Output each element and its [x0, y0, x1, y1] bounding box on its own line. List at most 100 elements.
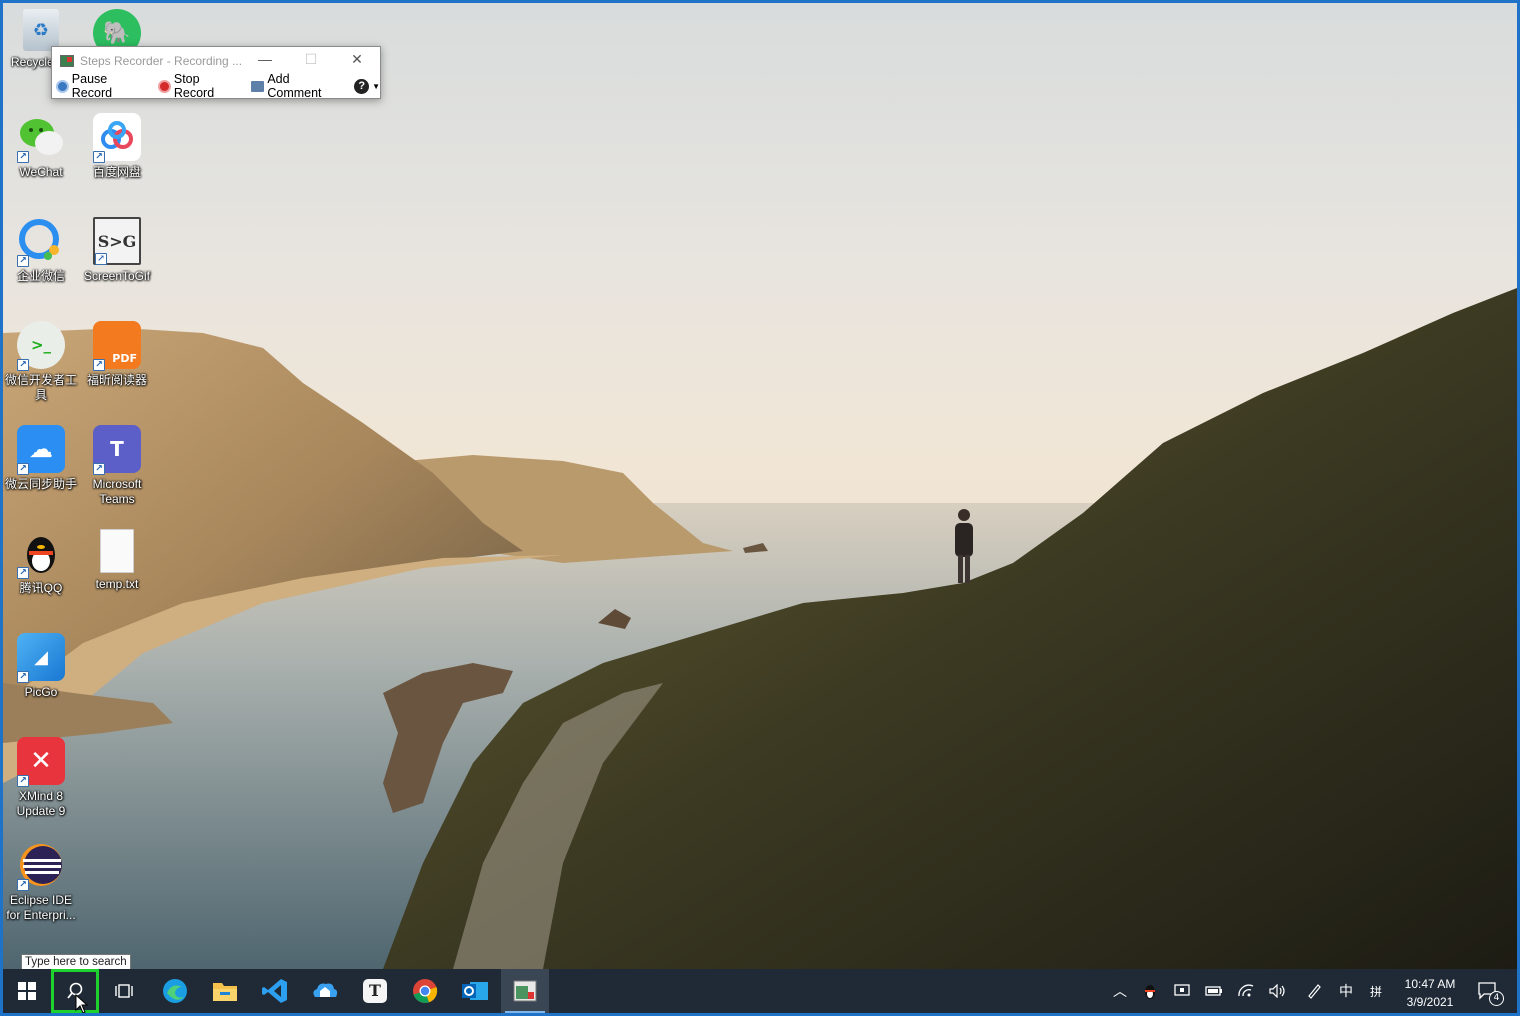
minimize-button[interactable]: — — [242, 51, 288, 67]
action-center-button[interactable]: 4 — [1469, 969, 1507, 1013]
windows-logo-icon — [18, 982, 36, 1000]
notification-count-badge: 4 — [1489, 991, 1504, 1006]
wechat-icon: ↗ — [17, 113, 65, 163]
desktop-icon-label: WeChat — [19, 165, 63, 179]
search-tooltip: Type here to search — [21, 954, 131, 970]
clock-time: 10:47 AM — [1404, 977, 1456, 991]
desktop-icon-foxit[interactable]: PDF ↗ 福昕阅读器 — [79, 321, 155, 388]
folder-icon — [213, 983, 237, 1001]
comment-icon — [250, 80, 265, 92]
outlook-icon — [462, 982, 488, 1000]
pause-icon — [56, 79, 69, 93]
desktop-icon-label: Microsoft Teams — [92, 477, 142, 506]
desktop-icon-label: 微信开发者工具 — [4, 373, 77, 402]
desktop-icon-eclipse[interactable]: ↗ Eclipse IDE for Enterpri... — [3, 841, 79, 923]
desktop-icon-label: PicGo — [24, 685, 58, 699]
teams-icon: T ↗ — [93, 425, 141, 475]
add-comment-button[interactable]: Add Comment — [250, 72, 346, 100]
steps-recorder-app-icon — [60, 55, 74, 67]
taskbar-cloud-app[interactable] — [301, 969, 349, 1013]
desktop-icon-wechat[interactable]: ↗ WeChat — [3, 113, 79, 180]
taskbar-chrome[interactable] — [401, 969, 449, 1013]
desktop-wallpaper — [3, 3, 1517, 969]
cloud-home-icon — [313, 983, 338, 997]
desktop-icon-screentogif[interactable]: S>G ↗ ScreenToGif — [79, 217, 155, 284]
edge-icon — [163, 979, 187, 1003]
ime-language-indicator[interactable]: 中 — [1333, 969, 1359, 1013]
desktop-icon-qq[interactable]: ↗ 腾讯QQ — [3, 529, 79, 596]
add-comment-label: Add Comment — [267, 72, 322, 100]
qq-penguin-icon: ↗ — [17, 529, 65, 579]
desktop-icon-temp-txt[interactable]: temp.txt — [79, 529, 155, 592]
steps-recorder-title: Steps Recorder - Recording ... — [80, 54, 243, 68]
maximize-button[interactable]: ☐ — [288, 51, 334, 68]
vscode-icon — [262, 979, 287, 1003]
weiyun-icon: ☁ ↗ — [17, 425, 65, 475]
taskbar-vscode[interactable] — [251, 969, 299, 1013]
typora-glyph: T — [369, 981, 381, 1000]
screentogif-icon: S>G ↗ — [93, 217, 141, 265]
battery-tray-icon[interactable] — [1201, 969, 1227, 1013]
baidu-netdisk-icon: ↗ — [93, 113, 141, 163]
chrome-icon — [413, 979, 438, 1003]
display-tray-icon[interactable] — [1169, 969, 1195, 1013]
desktop-icon-label: Eclipse IDE for Enterpri... — [6, 893, 76, 922]
start-button[interactable] — [3, 969, 51, 1013]
desktop-icon-label: 腾讯QQ — [19, 581, 63, 595]
steps-recorder-toolbar: Pause Record Stop Record Add Comment ? ▼ — [52, 72, 380, 100]
steps-recorder-window[interactable]: Steps Recorder - Recording ... — ☐ ✕ Pau… — [51, 46, 381, 100]
pause-record-label: Pause Record — [71, 72, 113, 100]
taskbar-steps-recorder[interactable] — [501, 969, 549, 1013]
help-dropdown-chevron-icon[interactable]: ▼ — [372, 82, 380, 91]
desktop-icon-label: temp.txt — [95, 577, 139, 591]
desktop-icon-label: 微云同步助手 — [4, 477, 77, 491]
desktop-icon-label: 福昕阅读器 — [86, 373, 147, 387]
help-icon[interactable]: ? — [354, 78, 370, 94]
taskbar-file-explorer[interactable] — [201, 969, 249, 1013]
qq-tray-icon[interactable] — [1137, 969, 1163, 1013]
eclipse-icon: ↗ — [17, 841, 65, 891]
taskbar-edge[interactable] — [151, 969, 199, 1013]
desktop-icon-weiyun[interactable]: ☁ ↗ 微云同步助手 — [3, 425, 79, 492]
task-view-icon — [115, 984, 133, 998]
taskbar-outlook[interactable] — [451, 969, 499, 1013]
desktop-icon-wxwork[interactable]: ↗ 企业微信 — [3, 217, 79, 284]
pen-tray-icon[interactable] — [1301, 969, 1327, 1013]
show-hidden-icons-button[interactable]: ︿ — [1107, 969, 1133, 1013]
desktop-screen: ♻ Recycle 🐘 ↗ WeChat ↗ 百度网盘 ↗ 企业微信 S>G ↗… — [3, 3, 1517, 1013]
wifi-tray-icon[interactable] — [1233, 969, 1259, 1013]
xmind-icon: ✕ ↗ — [17, 737, 65, 787]
desktop-icon-xmind[interactable]: ✕ ↗ XMind 8 Update 9 — [3, 737, 79, 819]
steps-recorder-titlebar[interactable]: Steps Recorder - Recording ... — ☐ ✕ — [52, 47, 380, 75]
desktop-icon-teams[interactable]: T ↗ Microsoft Teams — [79, 425, 155, 507]
typora-icon: T — [363, 979, 387, 1003]
desktop-icon-picgo[interactable]: ◢ ↗ PicGo — [3, 633, 79, 700]
mouse-cursor-icon — [75, 994, 89, 1013]
task-view-button[interactable] — [101, 969, 149, 1013]
taskbar-typora[interactable]: T — [351, 969, 399, 1013]
teams-glyph: T — [110, 437, 124, 461]
close-button[interactable]: ✕ — [334, 51, 380, 68]
text-file-icon — [100, 529, 134, 573]
foxit-pdf-glyph: PDF — [112, 352, 137, 365]
desktop-icon-label: 百度网盘 — [92, 165, 141, 179]
ime-mode-indicator[interactable]: 拼 — [1363, 969, 1389, 1013]
wxwork-icon: ↗ — [17, 217, 65, 267]
desktop-icon-label: XMind 8 Update 9 — [16, 789, 66, 818]
stop-record-label: Stop Record — [173, 72, 215, 100]
desktop-icon-label: ScreenToGif — [83, 269, 151, 283]
desktop-icon-baidu-netdisk[interactable]: ↗ 百度网盘 — [79, 113, 155, 180]
stop-record-button[interactable]: Stop Record — [158, 72, 242, 100]
desktop-icon-label: 企业微信 — [16, 269, 65, 283]
wx-devtools-icon: >_ ↗ — [17, 321, 65, 371]
volume-tray-icon[interactable] — [1265, 969, 1291, 1013]
picgo-icon: ◢ ↗ — [17, 633, 65, 683]
taskbar: T ︿ 中 拼 10:47 AM 3/9/2021 4 — [3, 969, 1517, 1013]
steps-recorder-icon — [513, 980, 537, 1002]
stop-icon — [158, 79, 171, 93]
recycle-bin-icon: ♻ — [23, 9, 59, 51]
desktop-icon-wx-devtools[interactable]: >_ ↗ 微信开发者工具 — [3, 321, 79, 403]
screentogif-glyph: S>G — [97, 231, 137, 251]
pause-record-button[interactable]: Pause Record — [56, 72, 149, 100]
system-clock[interactable]: 10:47 AM 3/9/2021 — [1395, 975, 1465, 1011]
